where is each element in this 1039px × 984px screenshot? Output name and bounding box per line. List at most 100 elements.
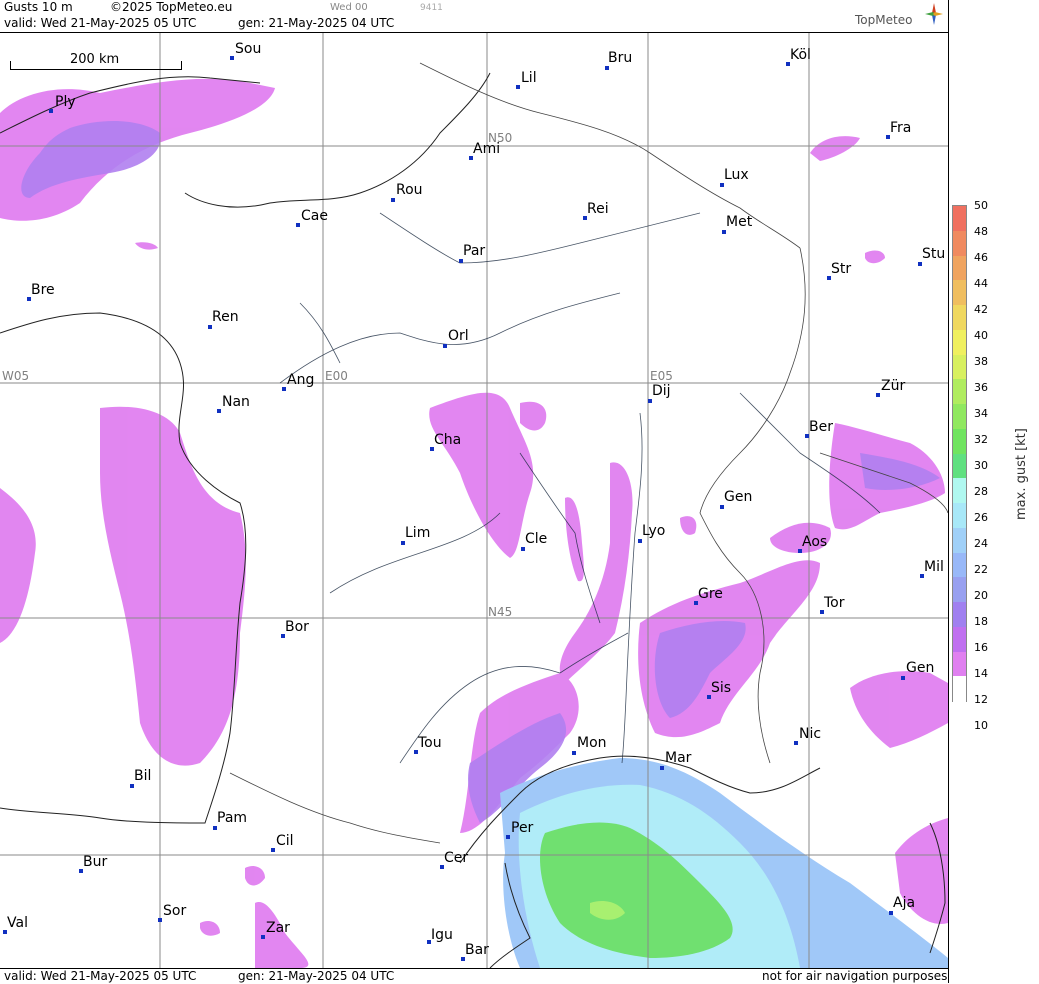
- city-label: Tou: [418, 735, 442, 751]
- city-marker: [720, 183, 724, 187]
- city-label: Lyo: [642, 523, 666, 539]
- legend-color-band: [953, 602, 966, 628]
- city-label: Cle: [525, 531, 548, 547]
- city-label: Lux: [724, 167, 749, 183]
- legend-color-band: [953, 206, 966, 232]
- city-label: Met: [726, 214, 753, 230]
- legend-color-band: [953, 527, 966, 553]
- legend-tick-label: 18: [974, 615, 988, 628]
- city-label: Tor: [824, 595, 845, 611]
- run-label: Wed 00: [330, 2, 368, 13]
- city-marker: [213, 826, 217, 830]
- gust-map[interactable]: 200 km N50 N45 W05 E00 E05 Sou Ply Lil B…: [0, 33, 948, 968]
- city-marker: [638, 539, 642, 543]
- grid-label-n45: N45: [488, 605, 513, 619]
- city-label: Mar: [665, 750, 692, 766]
- city-label: Bur: [83, 854, 108, 870]
- city-marker: [794, 741, 798, 745]
- city-marker: [516, 85, 520, 89]
- legend-color-band: [953, 651, 966, 677]
- city-label: Sor: [163, 903, 187, 919]
- city-marker: [605, 66, 609, 70]
- legend-tick-label: 14: [974, 667, 988, 680]
- legend-tick-label: 12: [974, 693, 988, 706]
- city-marker: [876, 393, 880, 397]
- legend-tick-label: 32: [974, 433, 988, 446]
- footer-gen-time: gen: 21-May-2025 04 UTC: [238, 969, 395, 983]
- run-code: 9411: [420, 3, 443, 13]
- city-label: Gre: [698, 586, 723, 602]
- compass-logo-icon: [925, 3, 943, 25]
- city-label: Lim: [405, 525, 431, 541]
- legend-tick-label: 40: [974, 329, 988, 342]
- legend-tick-label: 20: [974, 589, 988, 602]
- legend-tick-label: 42: [974, 303, 988, 316]
- city-label: Ply: [55, 94, 76, 110]
- city-marker: [901, 676, 905, 680]
- city-marker: [261, 935, 265, 939]
- city-label: Cil: [276, 833, 294, 849]
- city-label: Aos: [802, 534, 828, 550]
- header-bar: Gusts 10 m ©2025 TopMeteo.eu Wed 00 9411…: [0, 0, 948, 33]
- city-marker: [271, 848, 275, 852]
- city-label: Sis: [711, 680, 732, 696]
- city-label: Gen: [724, 489, 753, 505]
- city-label: Igu: [431, 927, 453, 943]
- city-label: Nan: [222, 394, 250, 410]
- city-label: Per: [511, 820, 534, 836]
- city-label: Rou: [396, 182, 423, 198]
- city-label: Ber: [809, 419, 833, 435]
- city-marker: [572, 751, 576, 755]
- city-label: Zür: [881, 378, 906, 394]
- legend-color-band: [953, 503, 966, 529]
- legend-color-band: [953, 404, 966, 430]
- legend-tick-label: 30: [974, 459, 988, 472]
- city-label: Ang: [287, 372, 315, 388]
- city-marker: [521, 547, 525, 551]
- city-marker: [889, 911, 893, 915]
- city-label: Köl: [790, 47, 811, 63]
- city-label: Rei: [587, 201, 609, 217]
- city-label: Fra: [890, 120, 912, 136]
- city-label: Str: [831, 261, 852, 277]
- legend-title: max. gust [kt]: [1014, 428, 1029, 520]
- city-label: Cae: [301, 208, 328, 224]
- legend-tick-label: 38: [974, 355, 988, 368]
- footer-valid-time: valid: Wed 21-May-2025 05 UTC: [4, 969, 197, 983]
- city-marker: [230, 56, 234, 60]
- valid-time: valid: Wed 21-May-2025 05 UTC: [4, 16, 197, 30]
- city-label: Stu: [922, 246, 946, 262]
- legend-tick-label: 50: [974, 199, 988, 212]
- city-marker: [208, 325, 212, 329]
- city-marker: [130, 784, 134, 788]
- city-marker: [648, 399, 652, 403]
- city-marker: [660, 766, 664, 770]
- city-marker: [443, 344, 447, 348]
- legend-tick-label: 26: [974, 511, 988, 524]
- legend-tick-label: 36: [974, 381, 988, 394]
- gen-time: gen: 21-May-2025 04 UTC: [238, 16, 395, 30]
- legend-color-band: [953, 626, 966, 652]
- legend-color-band: [953, 230, 966, 256]
- city-label: Cer: [444, 850, 469, 866]
- city-label: Ami: [473, 141, 501, 157]
- legend-color-band: [953, 379, 966, 405]
- map-canvas: [0, 33, 948, 968]
- legend-tick-label: 46: [974, 251, 988, 264]
- city-marker: [282, 387, 286, 391]
- footer-disclaimer: not for air navigation purposes: [762, 969, 948, 983]
- grid-label-w05: W05: [2, 369, 30, 383]
- legend-color-bar: [952, 205, 967, 702]
- legend-color-band: [953, 577, 966, 603]
- legend-tick-label: 28: [974, 485, 988, 498]
- legend-color-band: [953, 280, 966, 306]
- legend-color-band: [953, 329, 966, 355]
- legend-tick-label: 16: [974, 641, 988, 654]
- city-label: Val: [7, 915, 28, 931]
- city-label: Lil: [521, 70, 537, 86]
- city-label: Gen: [906, 660, 935, 676]
- city-label: Pam: [217, 810, 248, 826]
- legend-color-band: [953, 428, 966, 454]
- legend-color-band: [953, 354, 966, 380]
- legend-tick-label: 10: [974, 719, 988, 732]
